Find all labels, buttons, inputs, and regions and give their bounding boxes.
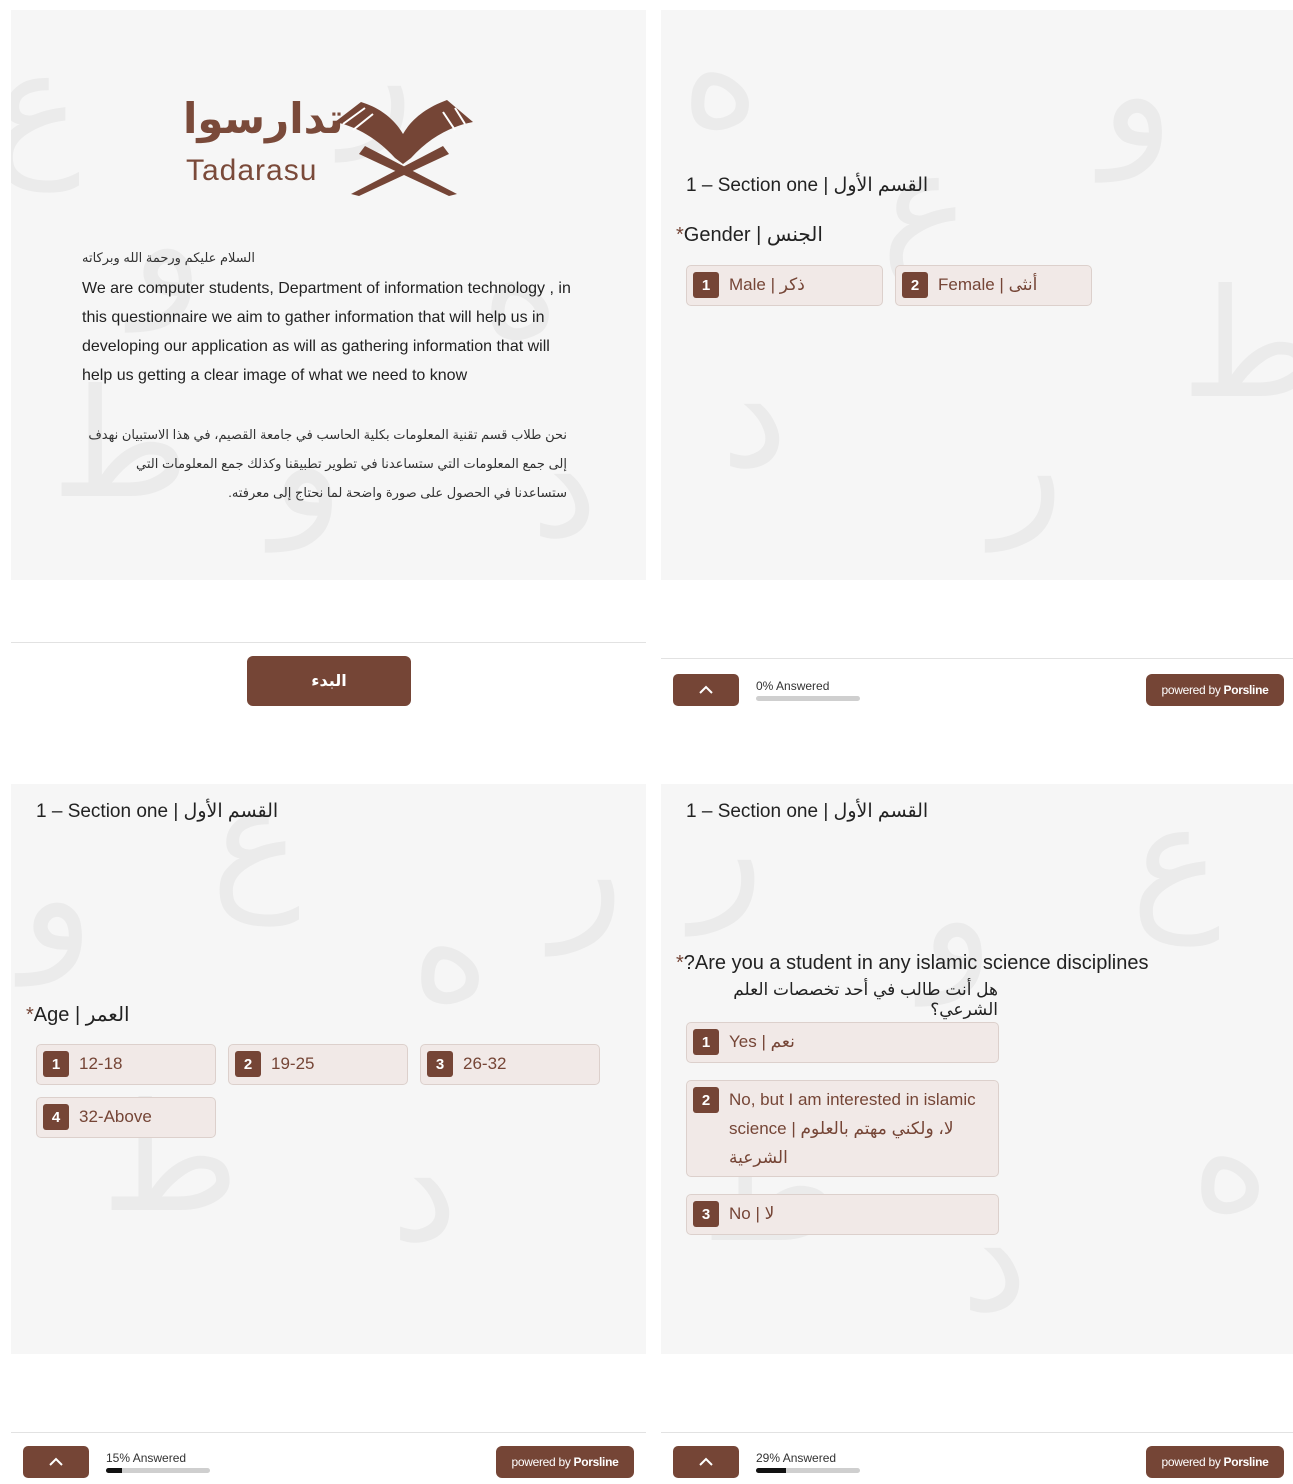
calligraphy-background: رو عه طد	[661, 784, 1293, 1354]
footer-divider	[661, 1432, 1293, 1433]
section-title: 1 – Section one | القسم الأول	[686, 175, 929, 196]
age-question-screen: وع هر طد 1 – Section one | القسم الأول *…	[11, 784, 646, 1484]
gender-question-screen: هع وط در 1 – Section one | القسم الأول *…	[661, 10, 1293, 718]
option-age-12-18[interactable]: 1 12-18	[36, 1044, 216, 1085]
quran-stand-icon	[335, 100, 473, 196]
intro-english: We are computer students, Department of …	[82, 280, 571, 384]
chevron-up-icon	[699, 685, 713, 694]
option-male[interactable]: 1 Male | ذكر	[686, 265, 883, 306]
logo-arabic-text: تدارسوا	[183, 94, 344, 143]
option-label: No, but I am interested in islamic scien…	[729, 1090, 976, 1167]
option-label: 19-25	[271, 1054, 315, 1073]
gender-label-text: Gender | الجنس	[683, 224, 823, 246]
progress-text: 29% Answered	[756, 1451, 837, 1465]
option-key: 2	[693, 1087, 719, 1113]
greeting-text: السلام عليكم ورحمة الله وبركاته	[82, 250, 255, 265]
footer-divider	[11, 1432, 646, 1433]
required-mark: *	[676, 224, 684, 246]
chevron-up-icon	[699, 1457, 713, 1466]
progress-fill	[756, 1468, 787, 1473]
previous-button[interactable]	[673, 1446, 739, 1478]
progress-fill	[106, 1468, 122, 1473]
powered-by-badge[interactable]: powered by Porsline	[1146, 674, 1284, 706]
option-key: 1	[693, 1029, 719, 1055]
option-label: 32-Above	[79, 1107, 152, 1126]
gender-label: *Gender | الجنس	[676, 222, 823, 247]
islamic-question-label: *?Are you a student in any islamic scien…	[676, 952, 1148, 975]
islamic-label-text: ?Are you a student in any islamic scienc…	[683, 952, 1149, 974]
age-label: *Age | العمر	[26, 1002, 130, 1027]
option-label: 12-18	[79, 1054, 123, 1073]
option-key: 1	[693, 272, 719, 298]
option-female[interactable]: 2 Female | أنثى	[895, 265, 1092, 306]
option-yes[interactable]: 1 Yes | نعم	[686, 1022, 999, 1063]
option-no[interactable]: 3 No | لا	[686, 1194, 999, 1235]
previous-button[interactable]	[23, 1446, 89, 1478]
required-mark: *	[676, 952, 684, 974]
intro-arabic: نحن طلاب قسم تقنية المعلومات بكلية الحاس…	[88, 427, 567, 500]
powered-by-badge[interactable]: powered by Porsline	[1146, 1446, 1284, 1478]
welcome-screen: عو ره طو د تدارسوا Tadarasu السلام عليكم…	[11, 10, 646, 718]
option-label: Yes | نعم	[729, 1032, 795, 1051]
progress-bar	[756, 696, 860, 701]
section-title: 1 – Section one | القسم الأول	[686, 801, 929, 822]
option-key: 3	[693, 1201, 719, 1227]
option-age-32-above[interactable]: 4 32-Above	[36, 1097, 216, 1138]
progress-text: 0% Answered	[756, 679, 830, 693]
chevron-up-icon	[49, 1457, 63, 1466]
option-label: Female | أنثى	[938, 275, 1038, 294]
previous-button[interactable]	[673, 674, 739, 706]
option-key: 2	[235, 1051, 261, 1077]
islamic-science-question-screen: رو عه طد 1 – Section one | القسم الأول *…	[661, 784, 1293, 1484]
powered-brand: Porsline	[1223, 1455, 1269, 1469]
option-key: 1	[43, 1051, 69, 1077]
powered-by-badge[interactable]: powered by Porsline	[496, 1446, 634, 1478]
option-label: No | لا	[729, 1204, 775, 1223]
tadarasu-logo: تدارسوا Tadarasu	[183, 94, 483, 204]
required-mark: *	[26, 1004, 34, 1026]
logo-latin-text: Tadarasu	[186, 154, 318, 187]
progress-text: 15% Answered	[106, 1451, 187, 1465]
option-no-but-interested[interactable]: 2 No, but I am interested in islamic sci…	[686, 1080, 999, 1177]
age-label-text: Age | العمر	[33, 1004, 130, 1026]
option-label: Male | ذكر	[729, 275, 805, 294]
divider	[11, 642, 646, 643]
powered-prefix: powered by	[511, 1455, 571, 1469]
option-age-19-25[interactable]: 2 19-25	[228, 1044, 408, 1085]
option-key: 4	[43, 1104, 69, 1130]
powered-prefix: powered by	[1161, 1455, 1221, 1469]
islamic-question-arabic: هل أنت طالب في أحد تخصصات العلم الشرعي؟	[733, 980, 998, 1019]
option-key: 2	[902, 272, 928, 298]
option-label: 26-32	[463, 1054, 507, 1073]
progress-bar	[106, 1468, 210, 1473]
option-key: 3	[427, 1051, 453, 1077]
powered-brand: Porsline	[573, 1455, 619, 1469]
option-age-26-32[interactable]: 3 26-32	[420, 1044, 600, 1085]
powered-brand: Porsline	[1223, 683, 1269, 697]
section-title: 1 – Section one | القسم الأول	[36, 801, 279, 822]
progress-bar	[756, 1468, 860, 1473]
footer-divider	[661, 658, 1293, 659]
powered-prefix: powered by	[1161, 683, 1221, 697]
start-button[interactable]: البدء	[247, 656, 411, 706]
